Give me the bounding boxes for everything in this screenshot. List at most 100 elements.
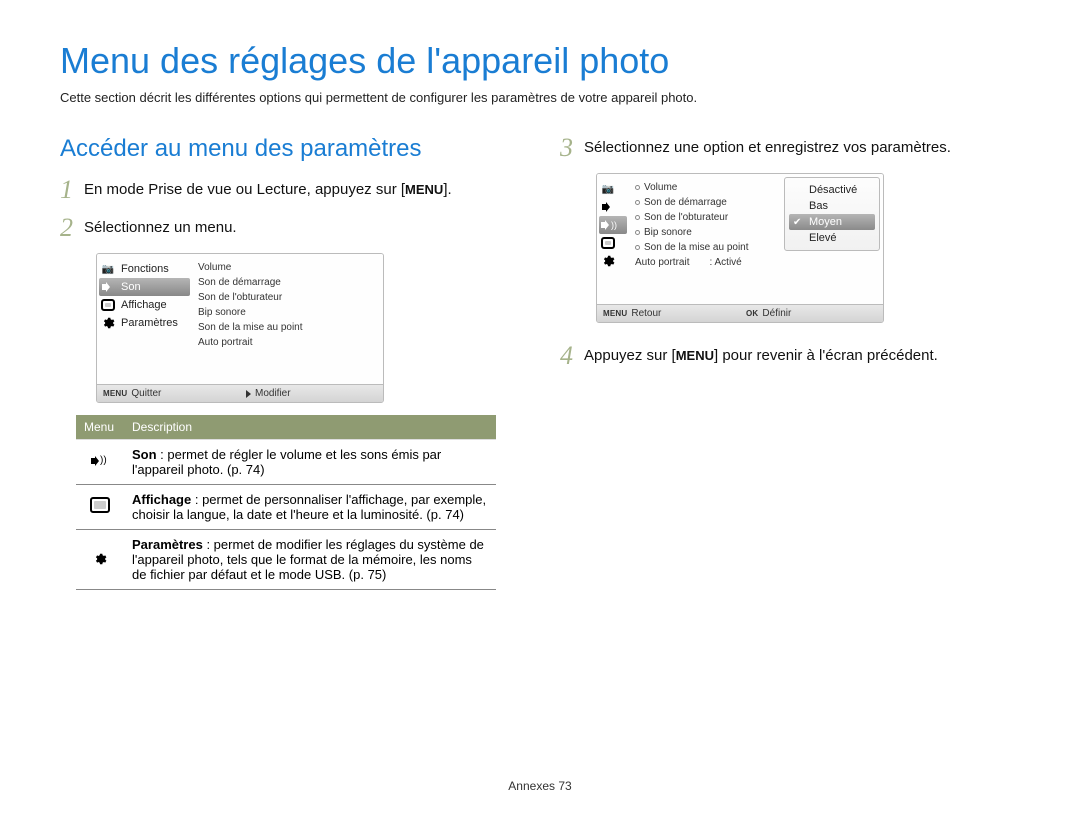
gear-icon: [90, 549, 110, 569]
step-text-pre: Appuyez sur [: [584, 347, 676, 364]
step-number: 4: [560, 343, 584, 369]
radio-icon: [635, 200, 640, 205]
speaker-icon: [101, 280, 115, 294]
step-4: 4 Appuyez sur [MENU] pour revenir à l'éc…: [560, 343, 1020, 369]
step-text-pre: En mode Prise de vue ou Lecture, appuyez…: [84, 181, 405, 198]
camera-screen-footer: MENU Quitter Modifier: [97, 384, 383, 402]
page-footer: Annexes 73: [0, 779, 1080, 793]
step-text-post: ] pour revenir à l'écran précédent.: [714, 347, 938, 364]
camera-screen-footer: MENU Retour OK Définir: [597, 304, 883, 322]
popup-option: Désactivé: [789, 182, 875, 198]
sidebar-item-label: Fonctions: [121, 263, 169, 275]
row-description: Paramètres : permet de modifier les régl…: [124, 530, 496, 590]
option-label: Auto portrait: [635, 257, 689, 268]
option-item: Volume: [196, 260, 379, 275]
option-item: Auto portrait: [196, 335, 379, 350]
sidebar-item-affichage: Affichage: [99, 296, 190, 314]
check-icon: ✔: [793, 217, 805, 228]
option-value: : Activé: [709, 257, 741, 268]
popup-option-selected: ✔Moyen: [789, 214, 875, 230]
camera-icon: [101, 262, 115, 276]
step-text: Sélectionnez une option et enregistrez v…: [584, 135, 1020, 156]
popup-option: Bas: [789, 198, 875, 214]
footer-page-number: 73: [558, 779, 571, 793]
menu-description-table: Menu Description )) Son : permet de régl…: [76, 415, 496, 590]
right-column: 3 Sélectionnez une option et enregistrez…: [560, 135, 1020, 590]
gear-icon: [101, 316, 115, 330]
sidebar-item-label: Paramètres: [121, 317, 178, 329]
option-item: Son de démarrage: [196, 275, 379, 290]
sidebar-item-parametres: Paramètres: [99, 314, 190, 332]
footer-left: MENU Retour: [597, 305, 740, 322]
sidebar-item-son: Son: [99, 278, 190, 296]
popup-option: Elevé: [789, 230, 875, 246]
arrow-right-icon: [246, 390, 251, 398]
sidebar-icon: [599, 198, 627, 216]
radio-icon: [635, 230, 640, 235]
camera-icon: [601, 182, 615, 196]
speaker-icon: [601, 200, 615, 214]
step-text: Sélectionnez un menu.: [84, 215, 520, 236]
camera-screen-option-select: )) Volume Son de démarrage Son de l'obtu…: [596, 173, 884, 323]
display-icon: [101, 298, 115, 312]
menu-key-label: MENU: [676, 348, 714, 363]
row-term: Paramètres: [132, 537, 203, 552]
footer-section: Annexes: [508, 779, 555, 793]
menu-key-icon: MENU: [103, 389, 127, 398]
camera-menu-options: Volume Son de démarrage Son de l'obturat…: [629, 174, 883, 304]
table-head-description: Description: [124, 415, 496, 440]
footer-right-label: Définir: [762, 308, 791, 319]
sidebar-icon-selected: )): [599, 216, 627, 234]
sidebar-icon: [599, 252, 627, 270]
row-icon: )): [76, 440, 124, 485]
speaker-icon: )): [601, 218, 615, 232]
option-value-popup: Désactivé Bas ✔Moyen Elevé: [784, 177, 880, 251]
radio-icon: [635, 245, 640, 250]
ok-key-icon: OK: [746, 309, 758, 318]
footer-left: MENU Quitter: [97, 385, 240, 402]
row-icon: [76, 530, 124, 590]
step-text: Appuyez sur [MENU] pour revenir à l'écra…: [584, 343, 1020, 364]
option-item: Son de l'obturateur: [196, 290, 379, 305]
display-icon: [90, 497, 110, 513]
radio-icon: [635, 215, 640, 220]
display-icon: [601, 236, 615, 250]
gear-icon: [601, 254, 615, 268]
intro-text: Cette section décrit les différentes opt…: [60, 90, 1020, 105]
row-term: Affichage: [132, 492, 191, 507]
sidebar-item-fonctions: Fonctions: [99, 260, 190, 278]
footer-right: OK Définir: [740, 305, 883, 322]
footer-right: Modifier: [240, 385, 383, 402]
speaker-icon: )): [91, 454, 109, 468]
table-head-menu: Menu: [76, 415, 124, 440]
option-item: Auto portrait : Activé: [633, 255, 879, 270]
row-description: Son : permet de régler le volume et les …: [124, 440, 496, 485]
menu-key-icon: MENU: [603, 309, 627, 318]
table-row: )) Son : permet de régler le volume et l…: [76, 440, 496, 485]
option-item: Bip sonore: [196, 305, 379, 320]
sidebar-icon: [599, 180, 627, 198]
step-2: 2 Sélectionnez un menu.: [60, 215, 520, 241]
camera-screen-menu: Fonctions Son Affichage: [96, 253, 384, 403]
sidebar-item-label: Son: [121, 281, 141, 293]
step-number: 2: [60, 215, 84, 241]
row-term: Son: [132, 447, 157, 462]
row-description: Affichage : permet de personnaliser l'af…: [124, 485, 496, 530]
menu-key-label: MENU: [405, 182, 443, 197]
table-row: Affichage : permet de personnaliser l'af…: [76, 485, 496, 530]
step-number: 3: [560, 135, 584, 161]
row-icon: [76, 485, 124, 530]
camera-menu-options: Volume Son de démarrage Son de l'obturat…: [192, 254, 383, 384]
step-3: 3 Sélectionnez une option et enregistrez…: [560, 135, 1020, 161]
row-rest: : permet de régler le volume et les sons…: [132, 447, 441, 477]
left-column: Accéder au menu des paramètres 1 En mode…: [60, 135, 520, 590]
step-1: 1 En mode Prise de vue ou Lecture, appuy…: [60, 177, 520, 203]
camera-menu-sidebar-icons: )): [597, 174, 629, 304]
sidebar-item-label: Affichage: [121, 299, 167, 311]
footer-right-label: Modifier: [255, 388, 291, 399]
option-item: Son de la mise au point: [196, 320, 379, 335]
camera-menu-sidebar: Fonctions Son Affichage: [97, 254, 192, 384]
table-row: Paramètres : permet de modifier les régl…: [76, 530, 496, 590]
step-text-post: ].: [443, 181, 451, 198]
page-title: Menu des réglages de l'appareil photo: [60, 40, 1020, 82]
